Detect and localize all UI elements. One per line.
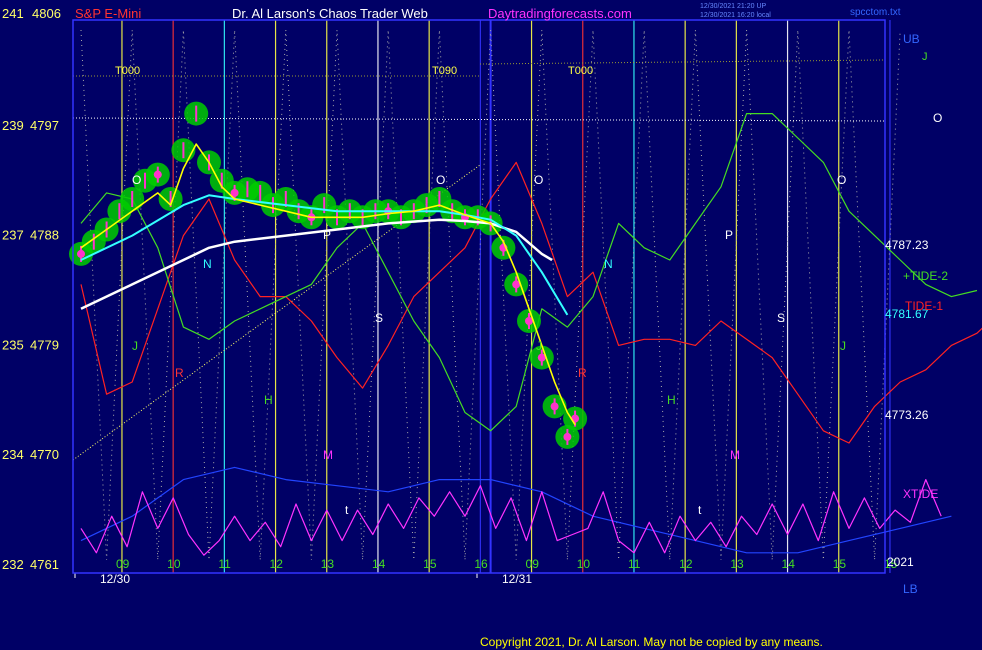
cycle-letter: R — [578, 366, 587, 380]
chaos-trader-chart: 239 4797 237 4788 235 4779 234 4770 232 4761 09 10 1… — [0, 0, 982, 650]
right-price-3: 4773.26 — [885, 408, 929, 422]
cycle-letter: H — [264, 393, 273, 407]
cycle-letter: O — [436, 173, 445, 187]
cycle-letter: P — [725, 228, 733, 242]
hour-label: 09 — [526, 557, 540, 571]
site-label: Daytradingforecasts.com — [488, 6, 632, 21]
cycle-letter: O — [132, 173, 141, 187]
y-level-label: 234 — [2, 447, 24, 462]
y-price-label: 4770 — [30, 447, 59, 462]
cycle-letter: O — [837, 173, 846, 187]
right-price-1: 4787.23 — [885, 238, 929, 252]
price-dot — [153, 170, 162, 179]
hour-label: 13 — [321, 557, 335, 571]
cycle-letter: J — [840, 339, 846, 353]
cycle-letter: J — [536, 339, 542, 353]
hour-label: 09 — [116, 557, 130, 571]
y-top-level: 241 — [2, 6, 24, 21]
hour-label: 12 — [679, 557, 693, 571]
timestamp-2: 12/30/2021 16:20 local — [700, 12, 771, 19]
price-dot — [563, 432, 572, 441]
hour-label: 11 — [628, 557, 641, 571]
upper-bound-label: UB — [903, 32, 920, 46]
legend-tide1: TIDE-1 — [905, 299, 943, 313]
cycle-letter: M — [323, 448, 333, 462]
file-label: spcctom.txt — [850, 7, 901, 18]
cycle-letter: N — [203, 257, 212, 271]
timing-label: T090 — [432, 65, 457, 77]
y-level-label: 235 — [2, 337, 24, 352]
date-label: 12/31 — [502, 572, 532, 586]
hour-label: 12 — [270, 557, 284, 571]
legend-tide2: +TIDE-2 — [903, 269, 948, 283]
hour-label: 15 — [833, 557, 847, 571]
hour-label: 11 — [218, 557, 231, 571]
hour-label: 14 — [782, 557, 796, 571]
year-label: 2021 — [887, 555, 914, 569]
hour-label: 10 — [167, 557, 181, 571]
timing-label: T000 — [568, 65, 593, 77]
hour-label: 13 — [730, 557, 744, 571]
hour-label: 10 — [577, 557, 591, 571]
y-level-label: 239 — [2, 118, 24, 133]
cycle-letter: S — [777, 311, 785, 325]
y-top-price: 4806 — [32, 6, 61, 21]
hour-label: 15 — [423, 557, 437, 571]
right-j-label: J — [922, 51, 928, 63]
cycle-letter: J — [132, 339, 138, 353]
price-dot — [77, 249, 85, 258]
chart-title: Dr. Al Larson's Chaos Trader Web — [232, 6, 428, 21]
cycle-letter: R — [175, 366, 184, 380]
cycle-letter: P — [323, 228, 331, 242]
lower-bound-label: LB — [903, 582, 918, 596]
y-level-label: 232 — [2, 557, 24, 572]
y-price-label: 4788 — [30, 228, 59, 243]
y-price-label: 4779 — [30, 337, 59, 352]
cycle-letter: S — [375, 311, 383, 325]
hour-label: 16 — [474, 557, 488, 571]
price-dot — [550, 402, 559, 411]
timing-label: T000 — [115, 65, 140, 77]
cycle-letter: H — [667, 393, 676, 407]
cycle-letter: N — [604, 257, 613, 271]
cycle-letter: O — [534, 173, 543, 187]
timestamp-1: 12/30/2021 21:20 UP — [700, 3, 766, 10]
y-price-label: 4797 — [30, 118, 59, 133]
cycle-letter: M — [730, 448, 740, 462]
copyright: Copyright 2021, Dr. Al Larson. May not b… — [480, 635, 823, 649]
symbol-label: S&P E-Mini — [75, 6, 141, 21]
hour-label: 14 — [372, 557, 386, 571]
y-level-label: 237 — [2, 228, 24, 243]
right-o-label: O — [933, 111, 942, 125]
legend-xtide: XTIDE — [903, 487, 938, 501]
date-label: 12/30 — [100, 572, 130, 586]
y-price-label: 4761 — [30, 557, 59, 572]
